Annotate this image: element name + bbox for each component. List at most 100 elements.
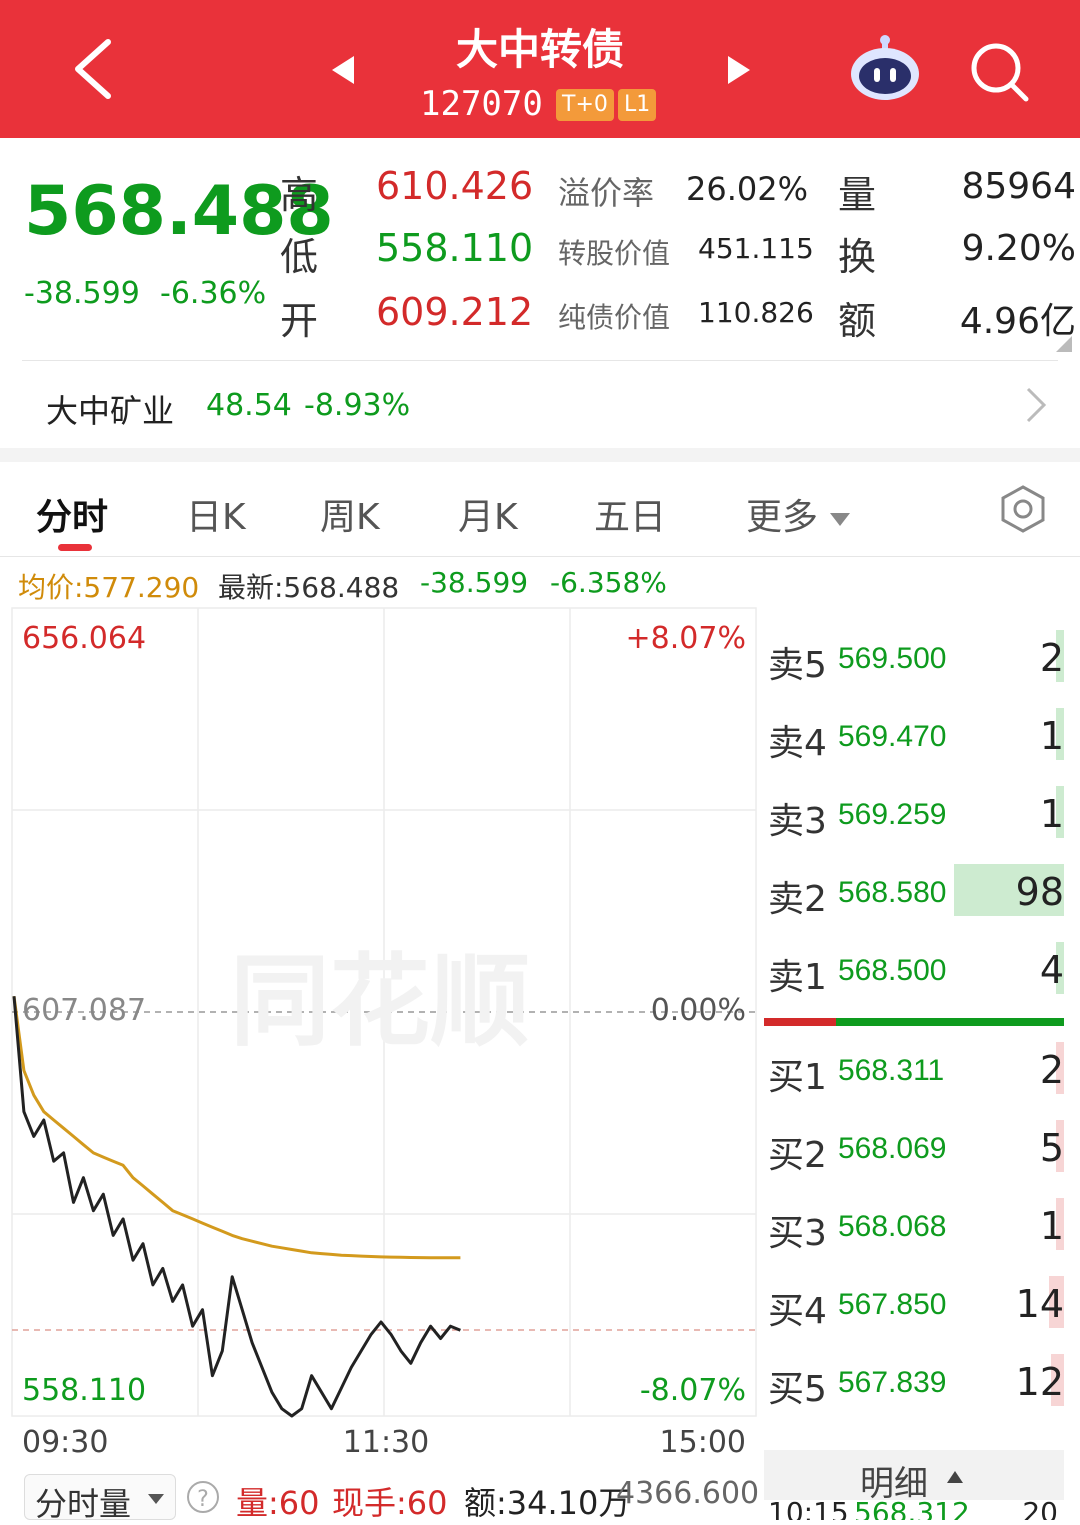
bid-price: 568.311 [838,1054,945,1087]
premium-value: 26.02% [686,170,809,208]
ask-level-label: 卖5 [768,645,827,686]
bond-value: 110.826 [698,296,814,329]
bid-level-label: 买1 [768,1057,827,1098]
buy-ratio [836,1018,1064,1026]
tab-five-day[interactable]: 五日 [594,488,666,540]
open-value: 609.212 [376,290,534,334]
change-info: -38.599 [420,566,529,599]
price-bottom-label: 558.110 [22,1373,146,1408]
bid-row[interactable]: 买4 567.850 14 [768,1274,1064,1334]
bond-value-label: 纯债价值 [558,301,671,334]
help-icon[interactable]: ? [186,1480,220,1514]
tab-daily-k[interactable]: 日K [186,488,246,540]
sell-ratio [764,1018,836,1026]
chevron-right-icon [1026,387,1047,423]
ask-level-label: 卖1 [768,957,827,998]
turnover-value: 9.20% [961,228,1076,269]
bid-volume: 14 [1015,1282,1064,1326]
settings-hexagon-icon[interactable] [998,484,1048,534]
tab-more[interactable]: 更多 [746,488,851,540]
ask-row[interactable]: 卖3 569.259 1 [768,784,1064,844]
caret-down-icon [830,513,851,526]
caret-down-icon [148,1494,164,1504]
bid-price: 567.839 [838,1366,947,1399]
premium-label: 溢价率 [558,174,655,212]
ask-volume: 1 [1039,714,1064,758]
search-icon[interactable] [968,40,1032,104]
ask-level-label: 卖3 [768,801,827,842]
conv-value-label: 转股价值 [558,237,671,270]
volume-label: 量 [838,173,877,217]
amount-indicator: 额:34.10万 [464,1484,631,1522]
bid-price: 567.850 [838,1288,947,1321]
high-value: 610.426 [376,164,534,208]
active-tab-indicator [58,544,92,551]
ask-level-label: 卖4 [768,723,827,764]
t0-badge: T+0 [556,89,614,121]
bid-volume: 2 [1039,1048,1064,1092]
indicator-label: 分时量 [35,1485,132,1523]
time-mid-label: 11:30 [343,1425,429,1460]
buy-sell-ratio-bar [764,1018,1064,1026]
pct-mid-label: 0.00% [651,993,746,1028]
price-change-pct: -6.36% [160,276,267,311]
bid-row[interactable]: 买5 567.839 12 [768,1352,1064,1412]
underlying-name: 大中矿业 [46,392,175,430]
bid-row[interactable]: 买1 568.311 2 [768,1040,1064,1100]
bid-price: 568.069 [838,1132,947,1165]
ask-price: 569.470 [838,720,947,753]
ask-volume: 98 [1015,870,1064,914]
conv-value: 451.115 [698,232,814,265]
ask-price: 569.500 [838,642,947,675]
ask-level-label: 卖2 [768,879,827,920]
svg-text:?: ? [197,1487,209,1512]
stock-code: 127070 [420,84,543,124]
bid-volume: 12 [1015,1360,1064,1404]
bid-level-label: 买5 [768,1369,827,1410]
ask-price: 568.500 [838,954,947,987]
divider [0,556,1080,557]
trade-detail-row: 10:15 568.312 20 [768,1500,1064,1520]
tab-more-label: 更多 [746,497,819,538]
detail-button[interactable]: 明细 [764,1450,1064,1504]
intraday-chart[interactable]: 同花顺 656.064 607.087 558.110 +8.07% 0.00%… [0,600,760,1520]
time-start-label: 09:30 [22,1425,108,1460]
current-hand-indicator: 现手:60 [332,1484,448,1522]
low-value: 558.110 [376,226,534,270]
expand-corner-icon[interactable] [1054,334,1074,354]
underlying-price: 48.54 [206,388,292,423]
section-gap [0,448,1080,462]
pct-bottom-label: -8.07% [640,1373,746,1408]
robot-assistant-icon[interactable] [848,32,922,102]
ask-row[interactable]: 卖1 568.500 4 [768,940,1064,1000]
tab-weekly-k[interactable]: 周K [320,488,380,540]
next-stock-icon[interactable] [726,54,752,86]
indicator-selector[interactable]: 分时量 [24,1474,176,1523]
tab-intraday[interactable]: 分时 [36,488,108,540]
level-badge: L1 [618,89,657,121]
trade-price: 568.312 [854,1500,970,1520]
trade-volume: 20 [1022,1500,1058,1520]
underlying-stock-row[interactable]: 大中矿业 48.54 -8.93% [0,362,1080,448]
price-mid-label: 607.087 [22,993,146,1028]
watermark: 同花顺 [230,943,530,1060]
ask-price: 569.259 [838,798,947,831]
bid-level-label: 买4 [768,1291,827,1332]
turnover-label: 换 [838,235,877,279]
ask-row[interactable]: 卖2 568.580 98 [768,862,1064,922]
top-bar: 大中转债 127070 T+0 L1 [0,0,1080,138]
caret-up-icon [947,1471,963,1483]
bid-row[interactable]: 买3 568.068 1 [768,1196,1064,1256]
detail-label: 明细 [860,1464,928,1504]
tab-monthly-k[interactable]: 月K [458,488,518,540]
trade-time: 10:15 [768,1500,849,1520]
bid-row[interactable]: 买2 568.069 5 [768,1118,1064,1178]
high-label: 高 [280,173,319,217]
bid-price: 568.068 [838,1210,947,1243]
ask-volume: 4 [1039,948,1064,992]
ask-row[interactable]: 卖5 569.500 2 [768,628,1064,688]
volume-max-label: 4366.600 [616,1476,760,1511]
ask-row[interactable]: 卖4 569.470 1 [768,706,1064,766]
price-top-label: 656.064 [22,621,146,656]
bid-level-label: 买2 [768,1135,827,1176]
